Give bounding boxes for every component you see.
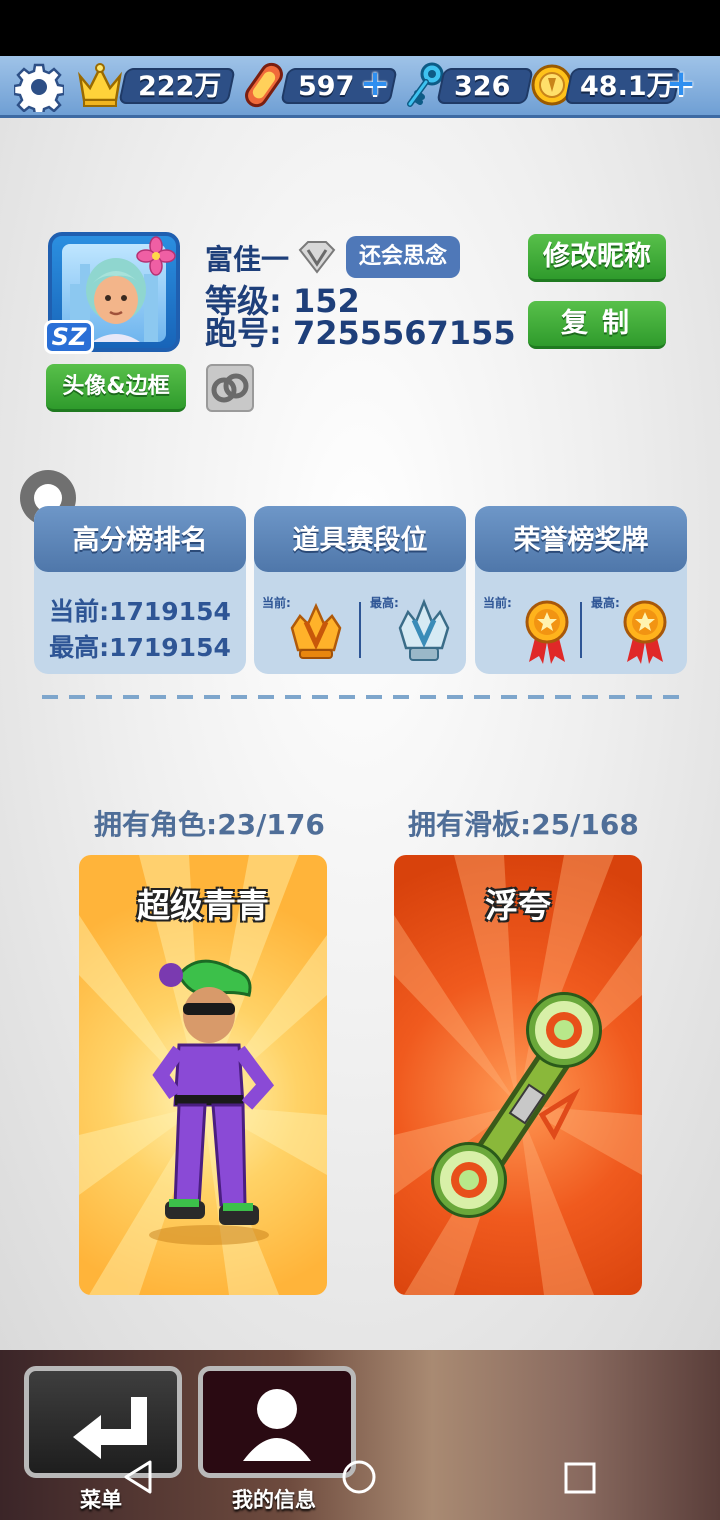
- item-rank-divider: [359, 602, 361, 658]
- add-coins-button[interactable]: +: [666, 66, 696, 102]
- user-icon: [243, 1389, 311, 1461]
- character-name: 超级青青: [137, 886, 269, 925]
- flower-icon: [136, 236, 176, 276]
- crown-icon: [78, 63, 122, 107]
- avatar-frame-badge: SZ: [44, 320, 94, 354]
- leaderboard-current: 当前:1719154: [49, 597, 231, 626]
- system-recents-icon[interactable]: [562, 1460, 598, 1496]
- player-name: 富佳一: [205, 243, 290, 276]
- item-rank-card-title: 道具赛段位: [254, 506, 466, 572]
- honor-divider: [580, 602, 582, 658]
- honor-card[interactable]: 荣誉榜奖牌 当前: 最高:: [475, 506, 687, 674]
- section-divider: [42, 695, 682, 699]
- player-run-id: 跑号: 7255567155: [205, 314, 516, 352]
- hoverboard-item-icon: [431, 992, 602, 1218]
- crowns-value: 222万: [138, 71, 222, 102]
- title-tag[interactable]: 还会思念: [346, 236, 460, 278]
- my-info-label: 我的信息: [232, 1488, 316, 1512]
- silver-rank-badge-icon: [398, 598, 450, 661]
- menu-label: 菜单: [80, 1488, 122, 1512]
- my-info-button[interactable]: [198, 1366, 356, 1478]
- copy-id-button[interactable]: 复制: [528, 301, 666, 349]
- avatar-frame-button[interactable]: 头像&边框: [46, 364, 186, 412]
- settings-gear-icon[interactable]: [14, 62, 64, 112]
- resource-bar: 222万 597 + 326 48.1万 +: [0, 56, 720, 118]
- boards-value: 597: [298, 71, 355, 102]
- boards-owned: 拥有滑板:25/168: [408, 808, 639, 841]
- honor-current-label: 当前:: [483, 596, 512, 610]
- hoverboard-icon: [245, 62, 283, 108]
- character-figure-icon: [149, 959, 275, 1245]
- board-name: 浮夸: [485, 886, 551, 925]
- keys-value: 326: [454, 71, 511, 102]
- system-back-icon[interactable]: [120, 1458, 158, 1496]
- gold-rank-badge-icon: [290, 602, 342, 659]
- honor-card-title: 荣誉榜奖牌: [475, 506, 687, 572]
- board-showcase[interactable]: 浮夸: [394, 855, 642, 1295]
- honor-medal-icon: [525, 600, 569, 664]
- leaderboard-best: 最高:1719154: [49, 633, 231, 662]
- honor-best-medal-icon: [623, 600, 667, 664]
- status-bar: [0, 0, 720, 56]
- system-home-icon[interactable]: [340, 1458, 378, 1496]
- coins-value: 48.1万: [580, 71, 674, 102]
- characters-owned: 拥有角色:23/176: [94, 808, 325, 841]
- leaderboard-card[interactable]: 高分榜排名 当前:1719154 最高:1719154: [34, 506, 246, 674]
- item-rank-card[interactable]: 道具赛段位 当前: 最高:: [254, 506, 466, 674]
- diamond-rank-icon: [298, 241, 336, 274]
- rename-button[interactable]: 修改昵称: [528, 234, 666, 282]
- character-showcase[interactable]: 超级青青: [79, 855, 327, 1295]
- leaderboard-card-title: 高分榜排名: [34, 506, 246, 572]
- add-boards-button[interactable]: +: [360, 66, 390, 102]
- rings-icon[interactable]: [206, 364, 254, 412]
- menu-button[interactable]: [24, 1366, 182, 1478]
